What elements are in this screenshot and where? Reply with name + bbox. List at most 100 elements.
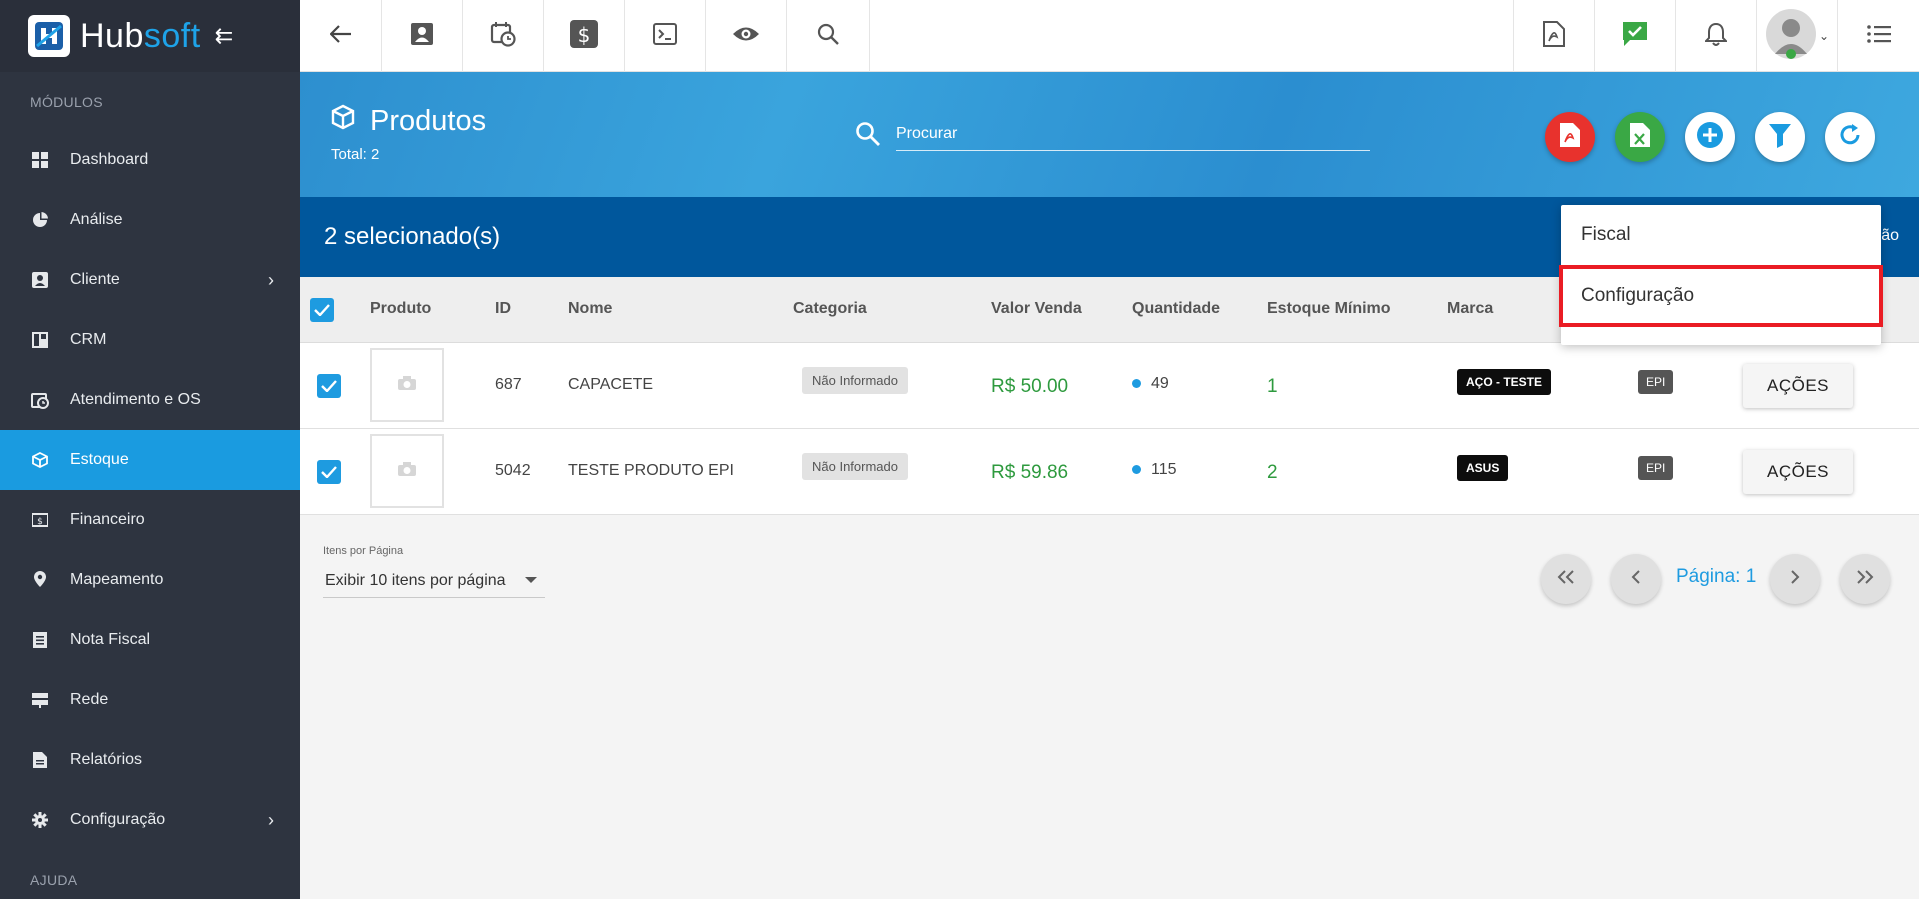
min-stock: 1 bbox=[1267, 376, 1278, 397]
search-icon bbox=[855, 121, 881, 152]
row-checkbox[interactable] bbox=[317, 374, 341, 398]
server-icon bbox=[30, 690, 50, 710]
refresh-button[interactable] bbox=[1825, 112, 1875, 162]
sidebar-item-estoque[interactable]: Estoque bbox=[0, 430, 300, 490]
next-page-button[interactable] bbox=[1770, 554, 1820, 604]
selection-count: 2 selecionado(s) bbox=[324, 223, 501, 250]
product-name: CAPACETE bbox=[568, 376, 654, 393]
sidebar-item-cliente[interactable]: Cliente › bbox=[0, 250, 300, 310]
sidebar-item-label: Configuração bbox=[70, 811, 166, 828]
service-shortcut-button[interactable] bbox=[463, 0, 544, 72]
refresh-icon bbox=[1837, 122, 1863, 153]
last-page-button[interactable] bbox=[1840, 554, 1890, 604]
terminal-icon bbox=[653, 22, 677, 50]
contact-card-icon bbox=[30, 270, 50, 290]
table-row[interactable]: 5042 TESTE PRODUTO EPI Não Informado R$ … bbox=[300, 429, 1919, 515]
product-name: TESTE PRODUTO EPI bbox=[568, 462, 734, 479]
chevron-right-icon bbox=[1790, 569, 1800, 589]
clients-shortcut-button[interactable] bbox=[382, 0, 463, 72]
previous-page-button[interactable] bbox=[1611, 554, 1661, 604]
finance-shortcut-button[interactable]: $ bbox=[544, 0, 625, 72]
back-button[interactable] bbox=[300, 0, 382, 72]
column-header[interactable]: Marca bbox=[1447, 300, 1493, 318]
sidebar-item-label: Nota Fiscal bbox=[70, 631, 151, 648]
row-checkbox[interactable] bbox=[317, 460, 341, 484]
plus-circle-icon bbox=[1696, 121, 1724, 154]
actions-button[interactable]: AÇÕES bbox=[1743, 450, 1853, 494]
sidebar-item-label: Dashboard bbox=[70, 151, 149, 168]
user-menu-button[interactable]: ⌄ bbox=[1756, 0, 1837, 72]
section-label-help: AJUDA bbox=[30, 872, 78, 888]
export-pdf-button[interactable] bbox=[1545, 112, 1595, 162]
selection-action-label[interactable]: ão bbox=[1881, 227, 1899, 245]
messages-button[interactable] bbox=[1594, 0, 1675, 72]
column-header[interactable]: Nome bbox=[568, 300, 612, 318]
brand-badge: ASUS bbox=[1457, 455, 1509, 481]
filter-button[interactable] bbox=[1755, 112, 1805, 162]
main-menu-button[interactable] bbox=[1837, 0, 1919, 72]
quantity: 115 bbox=[1132, 461, 1177, 479]
column-header[interactable]: Quantidade bbox=[1132, 300, 1220, 318]
column-header[interactable]: Categoria bbox=[793, 300, 867, 318]
terminal-shortcut-button[interactable] bbox=[625, 0, 706, 72]
sidebar-item-label: CRM bbox=[70, 331, 107, 348]
collapse-sidebar-icon[interactable]: ⇇ bbox=[215, 23, 233, 49]
select-all-checkbox[interactable] bbox=[310, 298, 334, 322]
search-input[interactable] bbox=[896, 117, 1370, 151]
sidebar-item-label: Análise bbox=[70, 211, 123, 228]
column-header[interactable]: ID bbox=[495, 300, 511, 318]
document-icon bbox=[30, 750, 50, 770]
eye-icon bbox=[732, 25, 760, 48]
sidebar-item-financeiro[interactable]: $ Financeiro bbox=[0, 490, 300, 550]
per-page-label: Itens por Página bbox=[323, 545, 404, 557]
dashboard-icon bbox=[30, 150, 50, 170]
first-page-button[interactable] bbox=[1541, 554, 1591, 604]
sidebar-item-analise[interactable]: Análise bbox=[0, 190, 300, 250]
sidebar-item-label: Relatórios bbox=[70, 751, 143, 768]
hubsoft-logo-icon[interactable] bbox=[28, 15, 70, 57]
add-product-button[interactable] bbox=[1685, 112, 1735, 162]
sidebar-item-mapeamento[interactable]: Mapeamento bbox=[0, 550, 300, 610]
export-excel-button[interactable] bbox=[1615, 112, 1665, 162]
view-shortcut-button[interactable] bbox=[706, 0, 787, 72]
calendar-clock-icon bbox=[490, 21, 516, 52]
sidebar-item-atendimento[interactable]: Atendimento e OS bbox=[0, 370, 300, 430]
notifications-button[interactable] bbox=[1675, 0, 1756, 72]
sidebar-item-crm[interactable]: CRM bbox=[0, 310, 300, 370]
quantity: 49 bbox=[1132, 375, 1169, 393]
brand-badge: AÇO - TESTE bbox=[1457, 369, 1552, 395]
chevron-right-icon: › bbox=[268, 809, 274, 830]
column-header[interactable]: Valor Venda bbox=[991, 300, 1082, 318]
calendar-clock-icon bbox=[30, 390, 50, 410]
top-bar: $ ⌄ bbox=[300, 0, 1919, 72]
search-icon bbox=[817, 23, 839, 50]
sidebar-item-label: Rede bbox=[70, 691, 109, 708]
back-arrow-icon bbox=[328, 24, 352, 48]
product-thumbnail bbox=[370, 348, 444, 422]
product-id: 5042 bbox=[495, 462, 531, 479]
table-row[interactable]: 687 CAPACETE Não Informado R$ 50.00 49 1… bbox=[300, 343, 1919, 429]
chevron-left-icon bbox=[1631, 569, 1641, 589]
filter-icon bbox=[1768, 122, 1792, 153]
sidebar-item-dashboard[interactable]: Dashboard bbox=[0, 130, 300, 190]
pdf-shortcut-button[interactable] bbox=[1513, 0, 1594, 72]
actions-button[interactable]: AÇÕES bbox=[1743, 364, 1853, 408]
sidebar-item-rede[interactable]: Rede bbox=[0, 670, 300, 730]
sidebar-item-nota-fiscal[interactable]: Nota Fiscal bbox=[0, 610, 300, 670]
column-header[interactable]: Estoque Mínimo bbox=[1267, 300, 1391, 318]
page-title-text: Produtos bbox=[370, 104, 487, 137]
search-shortcut-button[interactable] bbox=[787, 0, 870, 72]
category-badge: Não Informado bbox=[802, 367, 908, 394]
dollar-icon: $ bbox=[570, 19, 598, 53]
menu-item-fiscal[interactable]: Fiscal bbox=[1561, 205, 1881, 265]
stock-dot-icon bbox=[1132, 465, 1141, 475]
per-page-select[interactable]: Exibir 10 itens por página bbox=[323, 564, 545, 598]
total-count: Total: 2 bbox=[331, 146, 380, 163]
current-page: Página: 1 bbox=[1676, 566, 1757, 587]
column-header[interactable]: Produto bbox=[370, 300, 431, 318]
section-label-modules: MÓDULOS bbox=[30, 94, 103, 110]
search-bar bbox=[855, 117, 1370, 151]
menu-item-configuracao[interactable]: Configuração bbox=[1559, 265, 1883, 327]
sidebar-item-configuracao[interactable]: Configuração › bbox=[0, 790, 300, 850]
sidebar-item-relatorios[interactable]: Relatórios bbox=[0, 730, 300, 790]
